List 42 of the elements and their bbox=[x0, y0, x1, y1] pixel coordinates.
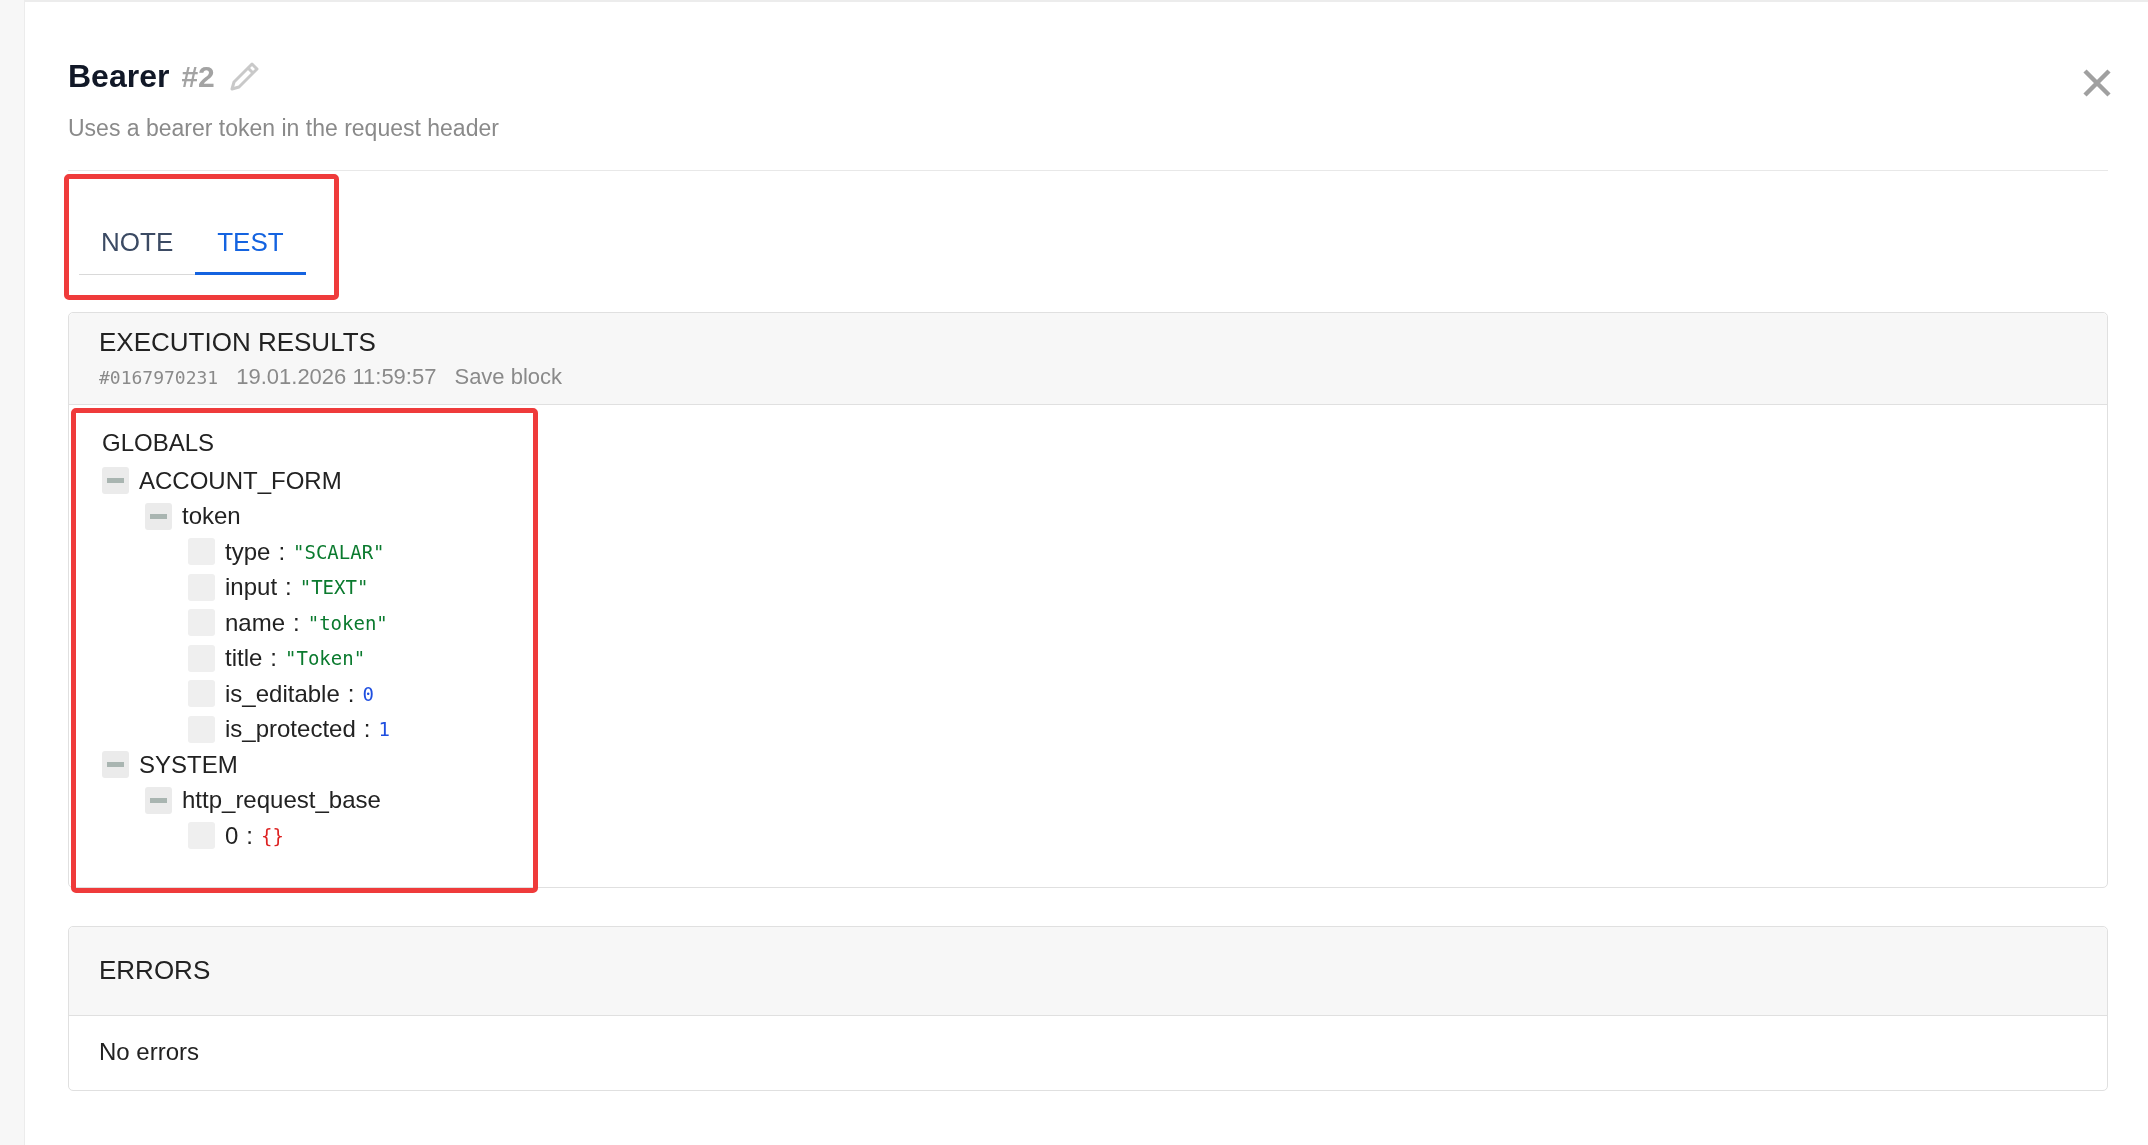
tree-value: 0 bbox=[362, 682, 374, 705]
timestamp: 19.01.2026 11:59:57 bbox=[236, 364, 437, 390]
tree-value: "SCALAR" bbox=[293, 540, 385, 563]
panel-description: Uses a bearer token in the request header bbox=[68, 115, 499, 142]
key-separator: : bbox=[347, 679, 355, 708]
tree-node-label[interactable]: ACCOUNT_FORM bbox=[139, 466, 342, 495]
key-separator: : bbox=[270, 644, 278, 673]
tree-node-label[interactable]: SYSTEM bbox=[139, 750, 238, 779]
tree-value: "token" bbox=[307, 611, 388, 634]
key-separator: : bbox=[246, 821, 254, 850]
key-separator: : bbox=[278, 537, 286, 566]
action-label: Save block bbox=[454, 364, 563, 390]
key-separator: : bbox=[363, 715, 371, 744]
close-icon[interactable] bbox=[2082, 68, 2112, 98]
section-title: EXECUTION RESULTS bbox=[99, 327, 377, 358]
tree-key: title bbox=[225, 644, 263, 673]
block-number: #2 bbox=[181, 59, 215, 94]
tree-value: "Token" bbox=[285, 647, 366, 670]
tree-node-label[interactable]: token bbox=[182, 502, 241, 531]
run-id: #0167970231 bbox=[99, 367, 219, 388]
tree-key: is_editable bbox=[225, 679, 340, 708]
panel-title: Bearer bbox=[68, 58, 170, 95]
collapse-icon[interactable] bbox=[102, 751, 129, 779]
collapse-icon[interactable] bbox=[145, 786, 172, 814]
collapse-icon[interactable] bbox=[145, 502, 172, 530]
tree-key: 0 bbox=[225, 821, 239, 850]
tab[interactable]: TEST bbox=[195, 219, 306, 275]
tree-value: 1 bbox=[378, 718, 390, 741]
key-separator: : bbox=[285, 573, 292, 602]
collapse-icon[interactable] bbox=[102, 467, 129, 495]
section-title: ERRORS bbox=[99, 954, 212, 986]
tree-key: type bbox=[225, 537, 271, 566]
tree-value: "TEXT" bbox=[299, 576, 369, 599]
globals-title: GLOBALS bbox=[102, 429, 216, 457]
errors-message: No errors bbox=[99, 1037, 200, 1065]
tree-key: is_protected bbox=[225, 715, 356, 744]
tree-key: name bbox=[225, 608, 286, 637]
tree-value: {} bbox=[261, 824, 284, 847]
tree-key: input bbox=[225, 573, 278, 602]
tab[interactable]: NOTE bbox=[79, 219, 196, 275]
key-separator: : bbox=[293, 608, 300, 637]
tree-node-label[interactable]: http_request_base bbox=[182, 786, 381, 815]
